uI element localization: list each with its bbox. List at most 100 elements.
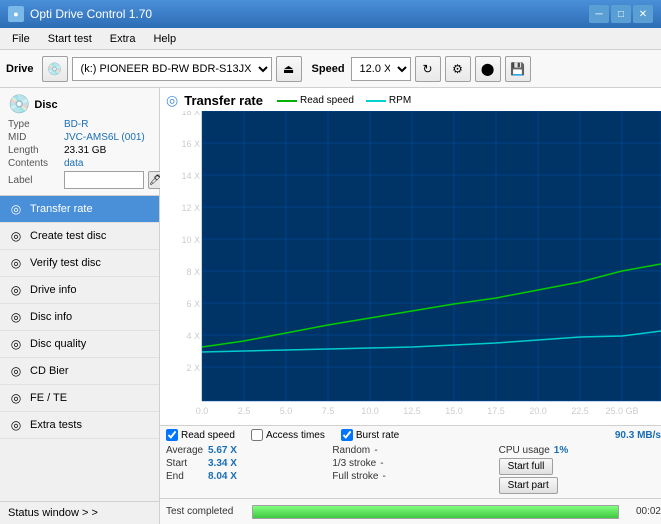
titlebar: ● Opti Drive Control 1.70 ─ □ ✕ xyxy=(0,0,661,28)
average-value: 5.67 X xyxy=(208,445,244,456)
access-times-checkbox[interactable] xyxy=(251,429,263,441)
minimize-button[interactable]: ─ xyxy=(589,5,609,23)
chart-legend: Read speed RPM xyxy=(277,95,411,106)
average-row: Average 5.67 X xyxy=(166,444,328,457)
svg-text:25.0 GB: 25.0 GB xyxy=(605,406,638,416)
start-row: Start 3.34 X xyxy=(166,457,328,470)
stroke-1-3-label: 1/3 stroke xyxy=(332,458,376,469)
svg-text:8 X: 8 X xyxy=(186,267,200,277)
transfer-rate-icon: ◎ xyxy=(8,201,24,217)
cd-bier-icon: ◎ xyxy=(8,363,24,379)
content-area: ◎ Transfer rate Read speed RPM xyxy=(160,88,661,524)
start-full-button[interactable]: Start full xyxy=(499,458,554,475)
svg-text:17.5: 17.5 xyxy=(487,406,505,416)
nav-extra-tests-label: Extra tests xyxy=(30,419,82,431)
nav-drive-info-label: Drive info xyxy=(30,284,76,296)
type-value: BD-R xyxy=(64,119,88,130)
label-label: Label xyxy=(8,175,60,186)
mid-label: MID xyxy=(8,132,60,143)
record-button[interactable]: ⬤ xyxy=(475,56,501,82)
nav-verify-test-disc[interactable]: ◎ Verify test disc xyxy=(0,250,159,277)
disc-label: Disc xyxy=(34,99,57,111)
chart-container: ◎ Transfer rate Read speed RPM xyxy=(160,88,661,425)
drive-info-icon: ◎ xyxy=(8,282,24,298)
read-speed-color xyxy=(277,100,297,102)
maximize-button[interactable]: □ xyxy=(611,5,631,23)
nav-disc-quality[interactable]: ◎ Disc quality xyxy=(0,331,159,358)
chart-svg-wrapper: 18 X 16 X 14 X 12 X 10 X 8 X 6 X 4 X 2 X… xyxy=(166,111,661,421)
chart-title-icon: ◎ xyxy=(166,92,178,109)
nav-cd-bier-label: CD Bier xyxy=(30,365,69,377)
save-button[interactable]: 💾 xyxy=(505,56,531,82)
drive-label: Drive xyxy=(6,63,34,75)
settings-button[interactable]: ⚙ xyxy=(445,56,471,82)
speed-label: Speed xyxy=(312,63,345,75)
label-input[interactable] xyxy=(64,171,144,189)
stats-grid: Average 5.67 X Start 3.34 X End 8.04 X xyxy=(166,444,661,495)
chart-title-bar: ◎ Transfer rate Read speed RPM xyxy=(166,92,661,109)
main-layout: 💿 Disc Type BD-R MID JVC-AMS6L (001) Len… xyxy=(0,88,661,524)
nav-transfer-rate[interactable]: ◎ Transfer rate xyxy=(0,196,159,223)
average-label: Average xyxy=(166,445,204,456)
menu-extra[interactable]: Extra xyxy=(102,31,144,47)
start-value: 3.34 X xyxy=(208,458,244,469)
checkbox-row: Read speed Access times Burst rate 90.3 … xyxy=(166,429,661,441)
svg-text:12.5: 12.5 xyxy=(403,406,421,416)
length-label: Length xyxy=(8,145,60,156)
svg-text:20.0: 20.0 xyxy=(529,406,547,416)
nav-create-test-disc[interactable]: ◎ Create test disc xyxy=(0,223,159,250)
burst-rate-checkbox[interactable] xyxy=(341,429,353,441)
end-value: 8.04 X xyxy=(208,471,244,482)
stroke-1-3-value: - xyxy=(380,458,416,469)
close-button[interactable]: ✕ xyxy=(633,5,653,23)
nav-extra-tests[interactable]: ◎ Extra tests xyxy=(0,412,159,439)
menu-file[interactable]: File xyxy=(4,31,38,47)
status-window[interactable]: Status window > > xyxy=(0,501,159,524)
rpm-label: RPM xyxy=(389,95,411,106)
nav-list: ◎ Transfer rate ◎ Create test disc ◎ Ver… xyxy=(0,196,159,439)
length-value: 23.31 GB xyxy=(64,145,106,156)
nav-disc-info[interactable]: ◎ Disc info xyxy=(0,304,159,331)
start-part-row: Start part xyxy=(499,476,661,495)
nav-disc-quality-label: Disc quality xyxy=(30,338,86,350)
drive-select[interactable]: (k:) PIONEER BD-RW BDR-S13JX 1.01 xyxy=(72,57,272,81)
stroke-1-3-row: 1/3 stroke - xyxy=(332,457,494,470)
app-icon: ● xyxy=(8,6,24,22)
cpu-usage-row: CPU usage 1% xyxy=(499,444,661,457)
end-row: End 8.04 X xyxy=(166,470,328,483)
svg-text:2 X: 2 X xyxy=(186,363,200,373)
svg-text:2.5: 2.5 xyxy=(238,406,251,416)
extra-tests-icon: ◎ xyxy=(8,417,24,433)
menubar: File Start test Extra Help xyxy=(0,28,661,50)
eject-button[interactable]: ⏏ xyxy=(276,56,302,82)
menu-start-test[interactable]: Start test xyxy=(40,31,100,47)
progress-bar-fill xyxy=(253,506,618,518)
disc-quality-icon: ◎ xyxy=(8,336,24,352)
burst-rate-display: 90.3 MB/s xyxy=(615,430,661,441)
svg-text:22.5: 22.5 xyxy=(571,406,589,416)
access-times-checkbox-item: Access times xyxy=(251,429,325,441)
svg-text:0.0: 0.0 xyxy=(196,406,209,416)
svg-text:4 X: 4 X xyxy=(186,331,200,341)
disc-icon: 💿 xyxy=(8,94,30,115)
start-part-button[interactable]: Start part xyxy=(499,477,558,494)
svg-text:7.5: 7.5 xyxy=(322,406,335,416)
full-stroke-label: Full stroke xyxy=(332,471,378,482)
nav-drive-info[interactable]: ◎ Drive info xyxy=(0,277,159,304)
refresh-button[interactable]: ↻ xyxy=(415,56,441,82)
sidebar: 💿 Disc Type BD-R MID JVC-AMS6L (001) Len… xyxy=(0,88,160,524)
nav-fe-te[interactable]: ◎ FE / TE xyxy=(0,385,159,412)
nav-cd-bier[interactable]: ◎ CD Bier xyxy=(0,358,159,385)
drive-icon-btn[interactable]: 💿 xyxy=(42,56,68,82)
start-full-row: Start full xyxy=(499,457,661,476)
read-speed-checkbox[interactable] xyxy=(166,429,178,441)
toolbar: Drive 💿 (k:) PIONEER BD-RW BDR-S13JX 1.0… xyxy=(0,50,661,88)
disc-info-icon: ◎ xyxy=(8,309,24,325)
speed-select[interactable]: 12.0 X ↓ xyxy=(351,57,411,81)
svg-text:15.0: 15.0 xyxy=(445,406,463,416)
read-speed-checkbox-label: Read speed xyxy=(181,430,235,441)
type-label: Type xyxy=(8,119,60,130)
svg-text:5.0: 5.0 xyxy=(280,406,293,416)
menu-help[interactable]: Help xyxy=(145,31,184,47)
nav-disc-info-label: Disc info xyxy=(30,311,72,323)
